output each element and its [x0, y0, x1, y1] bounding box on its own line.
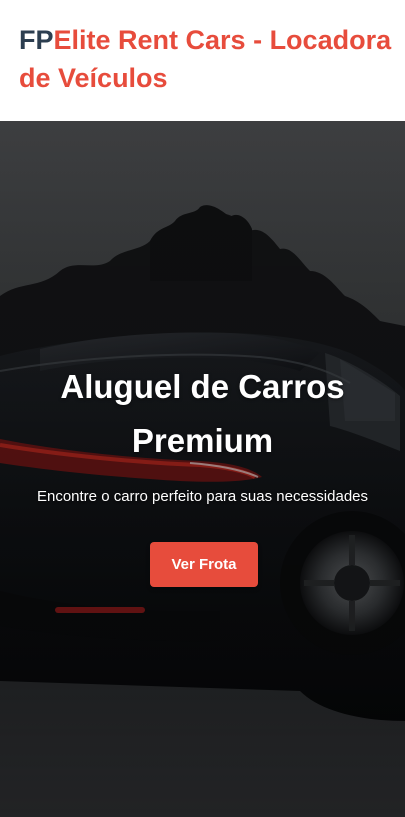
- brand-mark: FP: [19, 25, 54, 55]
- brand-name: Elite Rent Cars - Locadora de Veículos: [19, 25, 392, 93]
- hero-subtitle: Encontre o carro perfeito para suas nece…: [36, 488, 369, 505]
- site-header: FPElite Rent Cars - Locadora de Veículos: [0, 0, 405, 121]
- page: FPElite Rent Cars - Locadora de Veículos: [0, 0, 405, 817]
- hero-section: Aluguel de Carros Premium Encontre o car…: [0, 121, 405, 817]
- brand-logo-link[interactable]: FPElite Rent Cars - Locadora de Veículos: [19, 21, 399, 97]
- hero-content: Aluguel de Carros Premium Encontre o car…: [0, 121, 405, 817]
- hero-title: Aluguel de Carros Premium: [60, 368, 345, 459]
- view-fleet-button[interactable]: Ver Frota: [150, 542, 258, 587]
